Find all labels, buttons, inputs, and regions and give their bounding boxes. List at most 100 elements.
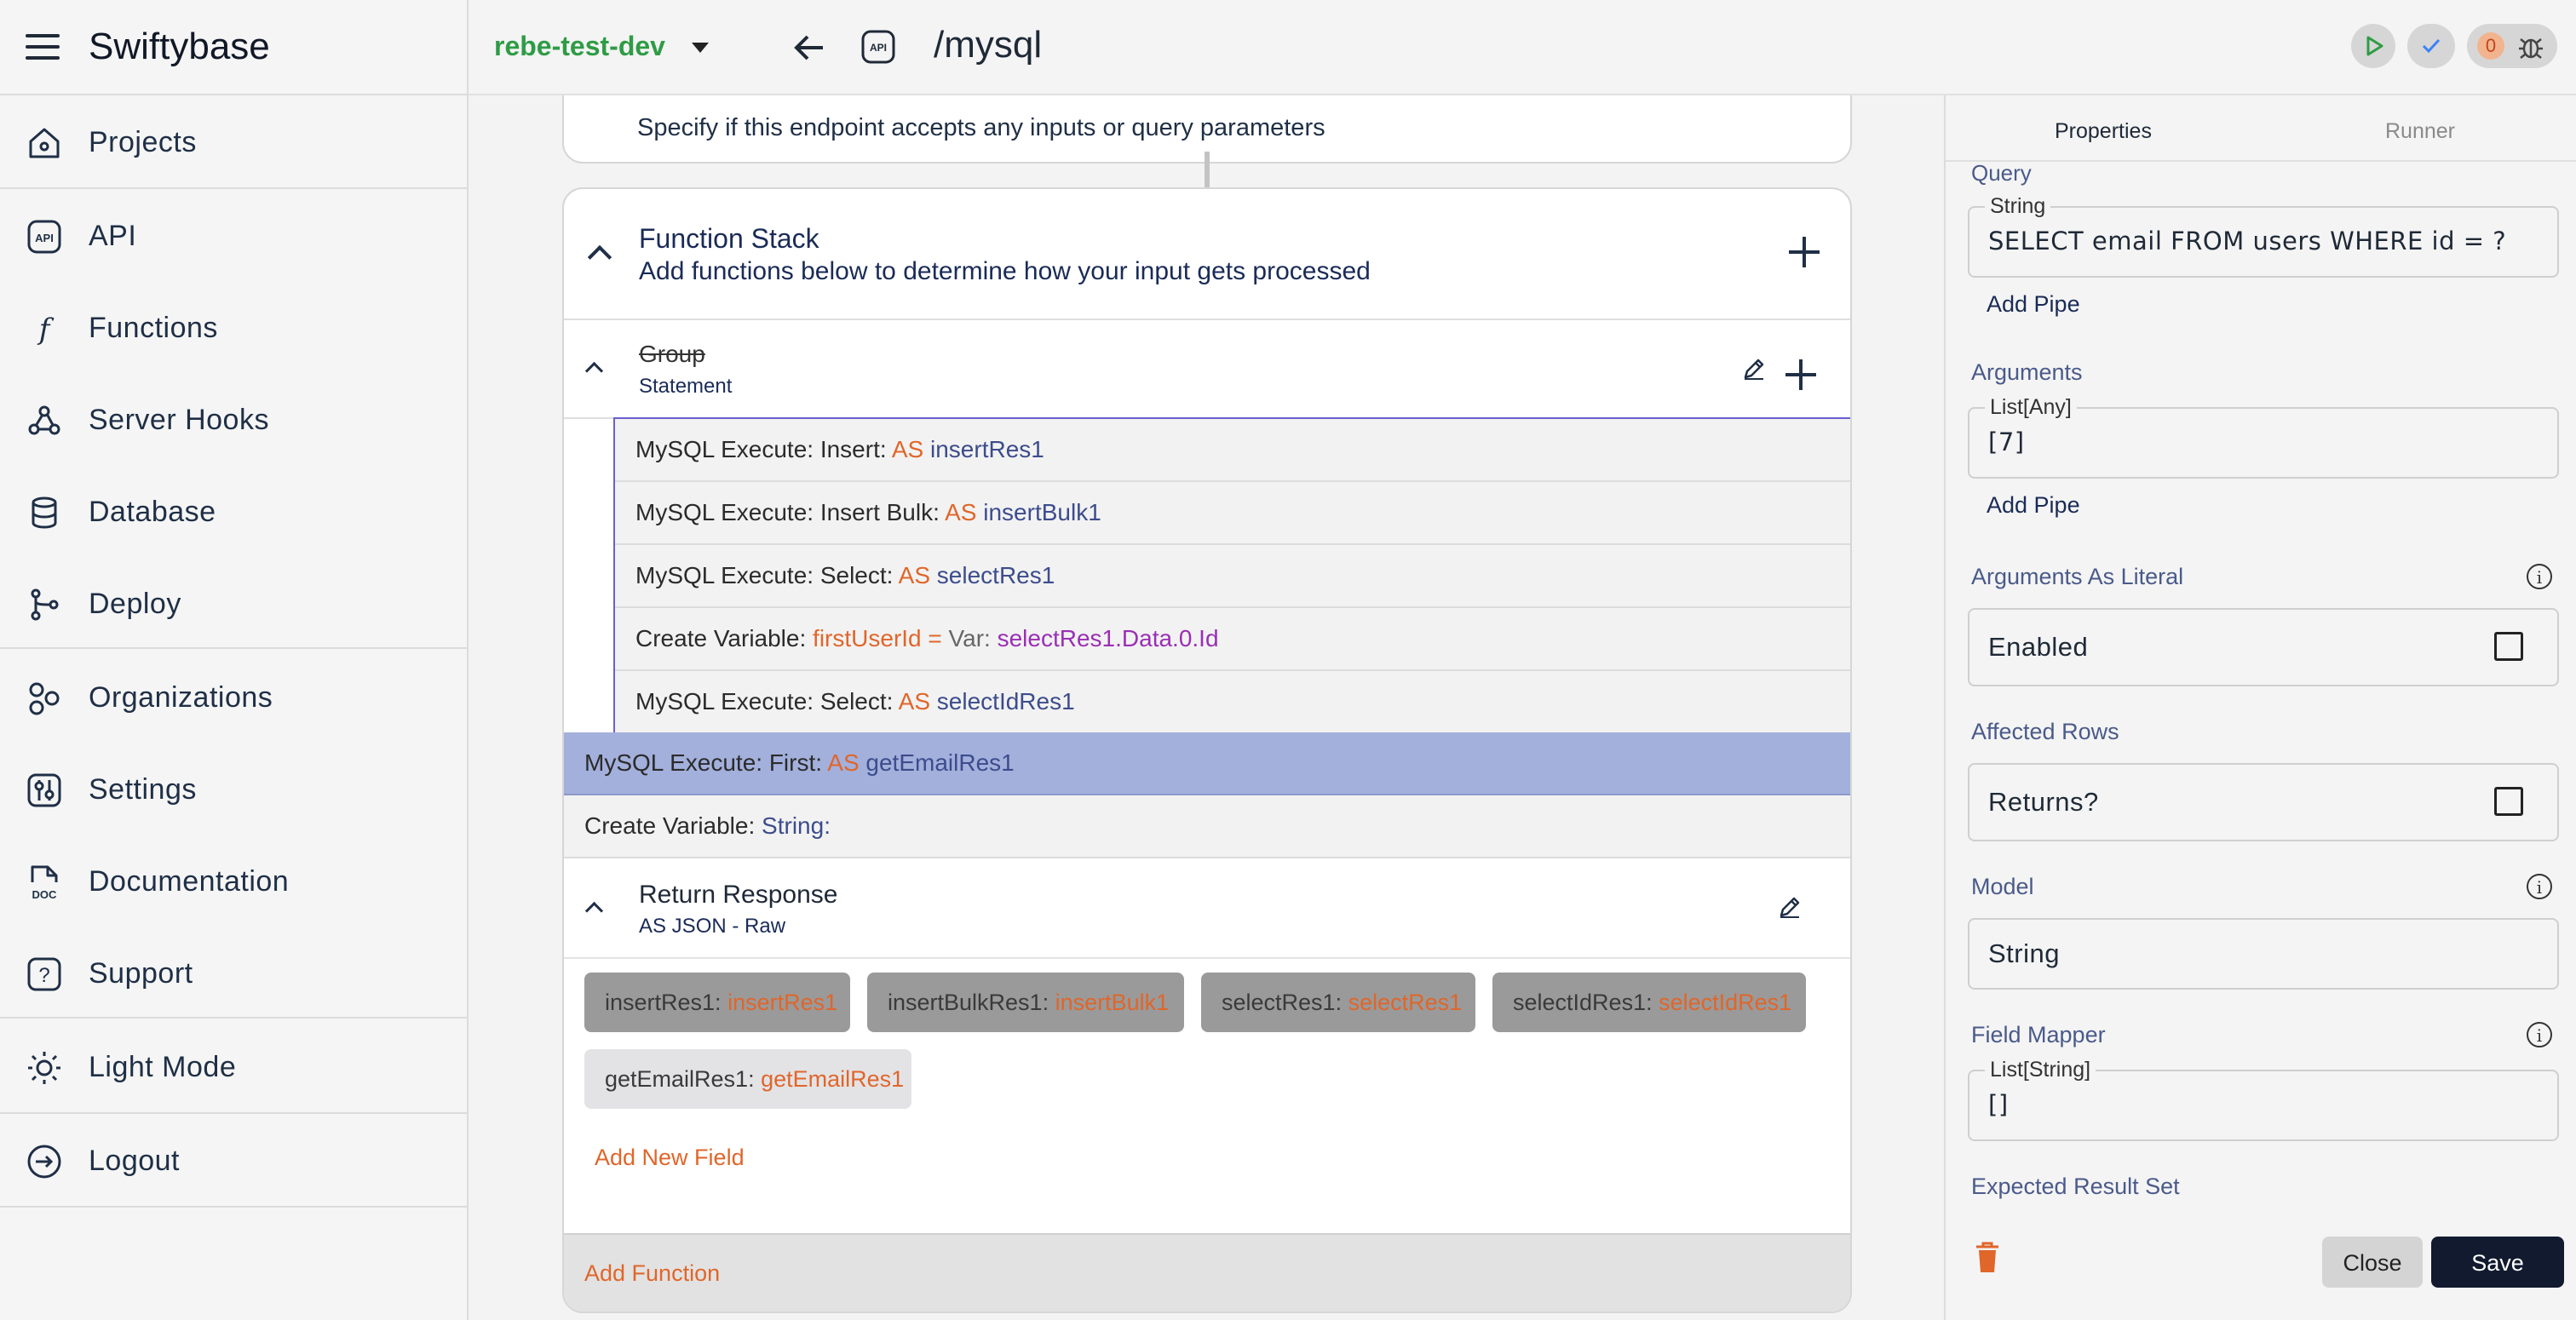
affected-rows-value: Returns? xyxy=(1988,787,2099,817)
return-response[interactable]: Return Response AS JSON - Raw xyxy=(564,860,1850,959)
sidebar-item-server-hooks[interactable]: Server Hooks xyxy=(0,373,467,465)
close-button[interactable]: Close xyxy=(2322,1237,2423,1288)
response-field-chip[interactable]: selectIdRes1: selectIdRes1 xyxy=(1492,973,1806,1032)
args-literal-value: Enabled xyxy=(1988,632,2089,662)
api-icon: API xyxy=(27,220,61,254)
back-arrow-icon[interactable] xyxy=(792,32,826,63)
add-function-bar[interactable]: Add Function xyxy=(564,1233,1850,1311)
git-branch-icon xyxy=(31,588,59,621)
sidebar-item-api[interactable]: API API xyxy=(0,189,467,281)
function-row[interactable]: MySQL Execute: Select: AS selectRes1 xyxy=(615,545,1850,608)
expected-result-label: Expected Result Set xyxy=(1971,1174,2180,1199)
logout-icon xyxy=(27,1145,61,1179)
field-mapper-field[interactable]: List[String] [] xyxy=(1968,1058,2559,1141)
save-button-label: Save xyxy=(2471,1250,2524,1276)
divider xyxy=(0,1017,467,1019)
add-icon[interactable] xyxy=(1789,237,1820,267)
field-value: getEmailRes1 xyxy=(761,1066,905,1092)
sidebar-item-support[interactable]: ? Support xyxy=(0,927,467,1019)
sidebar-item-functions[interactable]: f Functions xyxy=(0,281,467,373)
function-row[interactable]: MySQL Execute: Select: AS selectIdRes1 xyxy=(615,671,1850,734)
args-literal-label: Arguments As Literal xyxy=(1971,564,2184,589)
args-literal-field[interactable]: Enabled xyxy=(1968,608,2559,686)
sidebar-item-label: Logout xyxy=(89,1145,180,1177)
save-button[interactable]: Save xyxy=(2431,1237,2564,1288)
sidebar-item-documentation[interactable]: DOC Documentation xyxy=(0,835,467,927)
chevron-up-icon[interactable] xyxy=(584,901,604,921)
tabs-divider xyxy=(1946,160,2576,162)
bug-icon xyxy=(2519,38,2543,59)
response-field-chip[interactable]: getEmailRes1: getEmailRes1 xyxy=(584,1049,911,1109)
add-pipe-link[interactable]: Add Pipe xyxy=(1987,291,2080,318)
query-field[interactable]: String SELECT email FROM users WHERE id … xyxy=(1968,194,2559,278)
play-icon xyxy=(2366,36,2383,56)
sidebar-item-organizations[interactable]: Organizations xyxy=(0,651,467,743)
arguments-label: Arguments xyxy=(1971,359,2083,385)
variable-type: String: xyxy=(762,812,831,839)
function-row[interactable]: MySQL Execute: Insert Bulk: AS insertBul… xyxy=(615,482,1850,545)
endpoint-path: /mysql xyxy=(934,24,1043,66)
validate-button[interactable] xyxy=(2407,24,2455,68)
chevron-up-icon[interactable] xyxy=(584,361,604,381)
field-key: selectRes1: xyxy=(1222,990,1343,1015)
add-pipe-link[interactable]: Add Pipe xyxy=(1987,492,2080,519)
app-title: Swiftybase xyxy=(89,26,270,67)
model-select[interactable]: String xyxy=(1968,918,2559,990)
field-mapper-value[interactable]: [] xyxy=(1988,1090,2009,1119)
debug-button[interactable]: 0 xyxy=(2467,24,2557,68)
edit-icon[interactable] xyxy=(1741,356,1767,382)
return-subtitle: AS JSON - Raw xyxy=(639,915,786,938)
tab-properties[interactable]: Properties xyxy=(2055,119,2152,144)
function-row-selected[interactable]: MySQL Execute: First: AS getEmailRes1 xyxy=(564,732,1850,795)
args-literal-checkbox[interactable] xyxy=(2494,632,2523,661)
response-field-chip[interactable]: selectRes1: selectRes1 xyxy=(1201,973,1475,1032)
menu-icon[interactable] xyxy=(26,34,60,60)
sidebar-item-label: API xyxy=(89,220,137,252)
svg-text:API: API xyxy=(35,232,54,244)
add-icon[interactable] xyxy=(1785,359,1816,390)
input-description: Specify if this endpoint accepts any inp… xyxy=(637,114,1325,141)
as-keyword: AS xyxy=(945,499,977,525)
query-value[interactable]: SELECT email FROM users WHERE id = ? xyxy=(1988,227,2506,255)
group-statement[interactable]: Group Statement xyxy=(564,320,1850,419)
workspace-selector[interactable]: rebe-test-dev xyxy=(494,31,665,62)
response-field-chip[interactable]: insertBulkRes1: insertBulk1 xyxy=(867,973,1184,1032)
affected-rows-field[interactable]: Returns? xyxy=(1968,763,2559,841)
tab-runner[interactable]: Runner xyxy=(2385,119,2455,144)
info-icon[interactable] xyxy=(2527,564,2552,589)
arguments-value[interactable]: [7] xyxy=(1988,428,2025,456)
row-variable: getEmailRes1 xyxy=(865,749,1015,776)
add-new-field-link[interactable]: Add New Field xyxy=(595,1145,745,1171)
sidebar-item-database[interactable]: Database xyxy=(0,465,467,557)
info-icon[interactable] xyxy=(2527,1022,2552,1047)
sidebar-item-label: Light Mode xyxy=(89,1051,237,1083)
function-row[interactable]: Create Variable: String: xyxy=(564,795,1850,858)
chevron-up-icon[interactable] xyxy=(587,244,612,270)
edit-icon[interactable] xyxy=(1777,894,1803,920)
affected-rows-checkbox[interactable] xyxy=(2494,787,2523,816)
sidebar-item-projects[interactable]: Projects xyxy=(0,95,467,187)
sidebar-item-label: Deploy xyxy=(89,588,181,620)
brand-header: Swiftybase xyxy=(0,0,467,95)
add-function-link[interactable]: Add Function xyxy=(584,1260,720,1287)
info-icon[interactable] xyxy=(2527,874,2552,899)
row-prefix: MySQL Execute: Select: xyxy=(635,562,894,588)
run-button[interactable] xyxy=(2351,24,2395,68)
field-key: selectIdRes1: xyxy=(1513,990,1653,1015)
function-row[interactable]: Create Variable: firstUserId = Var: sele… xyxy=(615,608,1850,671)
trash-icon[interactable] xyxy=(1973,1240,2002,1274)
settings-icon xyxy=(27,773,61,807)
affected-rows-label: Affected Rows xyxy=(1971,719,2119,744)
sidebar-item-logout[interactable]: Logout xyxy=(0,1114,467,1206)
equals-sign: = xyxy=(928,625,942,651)
field-key: getEmailRes1: xyxy=(605,1066,755,1092)
sidebar-item-light-mode[interactable]: Light Mode xyxy=(0,1020,467,1112)
sidebar-item-settings[interactable]: Settings xyxy=(0,743,467,835)
caret-down-icon[interactable] xyxy=(692,43,709,53)
function-row[interactable]: MySQL Execute: Insert: AS insertRes1 xyxy=(615,419,1850,482)
svg-text:?: ? xyxy=(38,964,49,987)
sidebar-item-deploy[interactable]: Deploy xyxy=(0,557,467,649)
svg-text:API: API xyxy=(870,42,887,54)
response-field-chip[interactable]: insertRes1: insertRes1 xyxy=(584,973,850,1032)
arguments-field[interactable]: List[Any] [7] xyxy=(1968,395,2559,479)
